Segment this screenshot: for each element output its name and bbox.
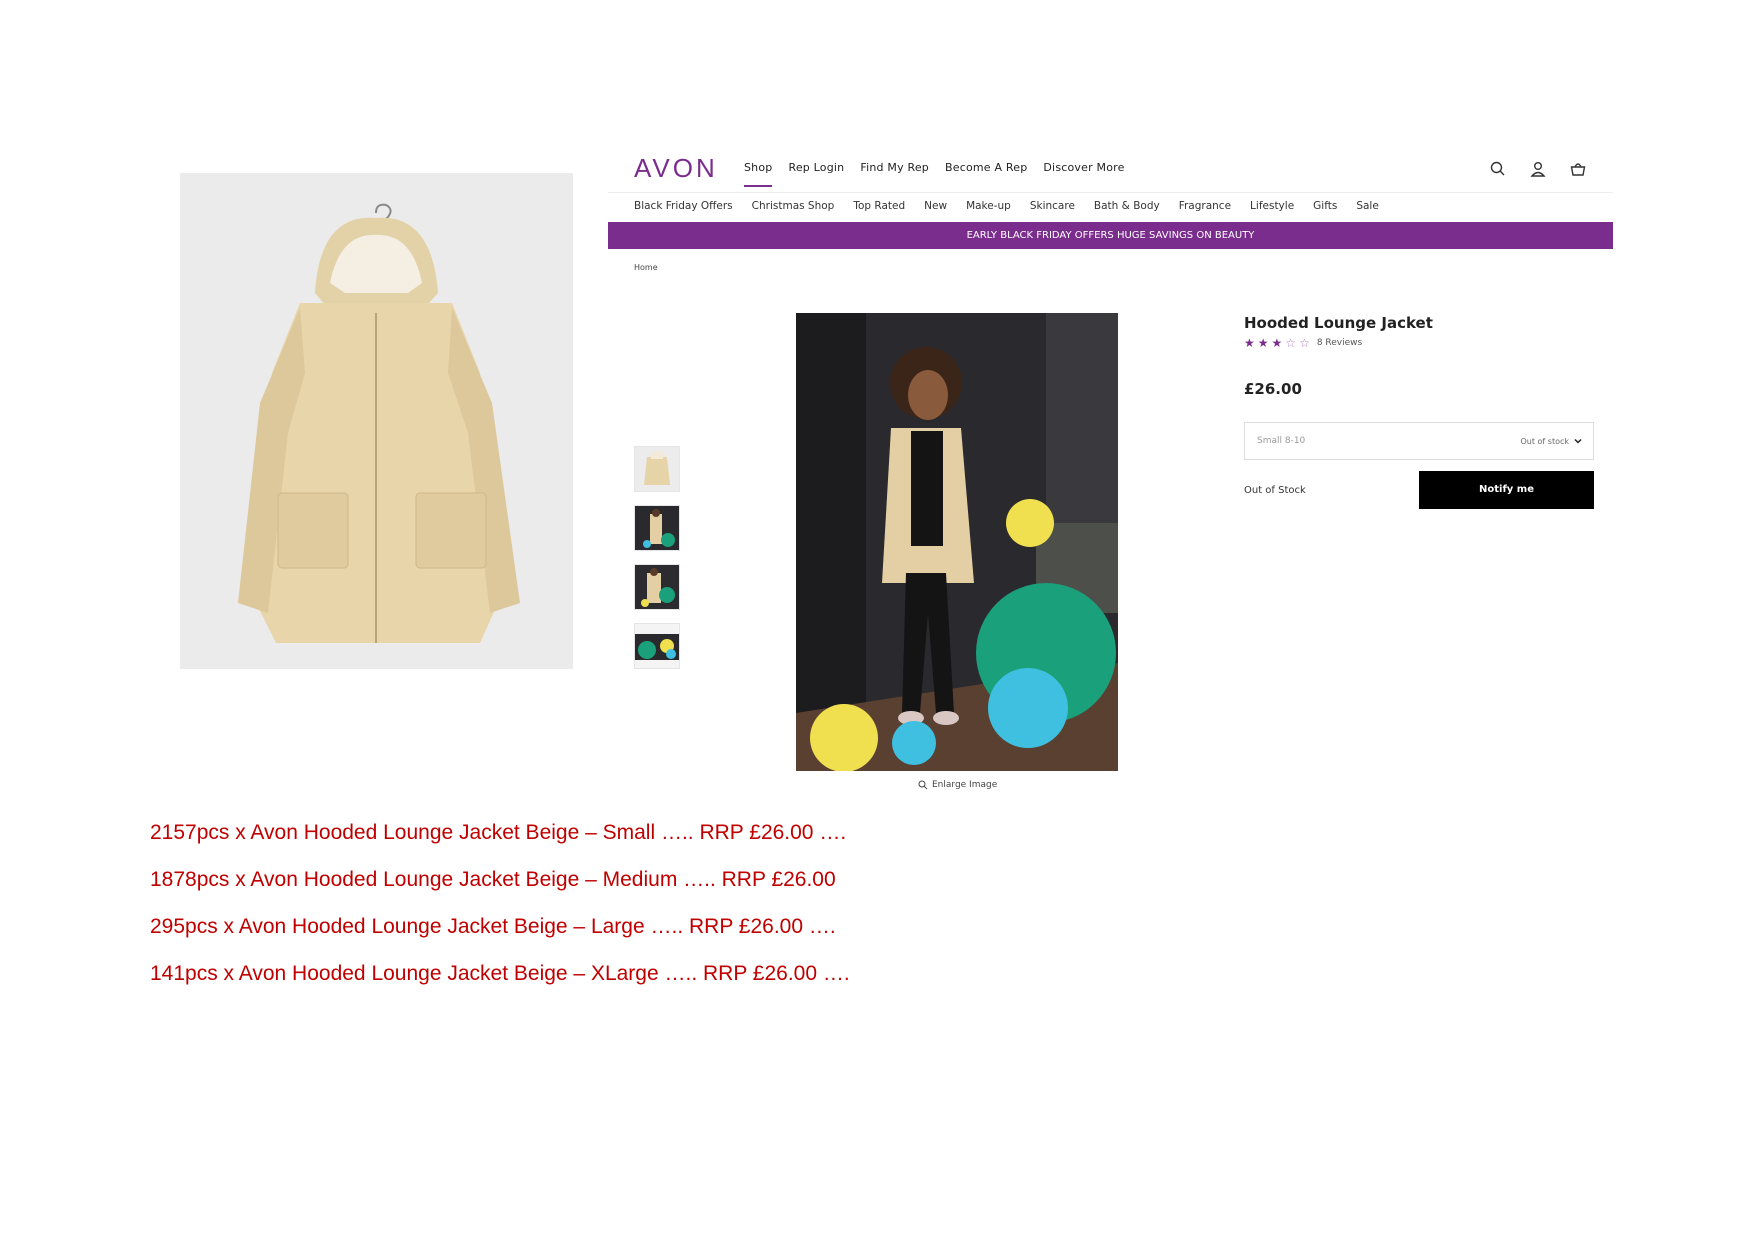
category-sale[interactable]: Sale <box>1356 200 1378 212</box>
size-select[interactable]: Small 8-10 Out of stock <box>1244 422 1594 460</box>
category-lifestyle[interactable]: Lifestyle <box>1250 200 1294 212</box>
rating-stars[interactable]: ★ ★ ★ ☆ ☆ 8 Reviews <box>1244 337 1362 349</box>
main-product-image[interactable] <box>796 313 1118 771</box>
main-nav: Shop Rep Login Find My Rep Become A Rep … <box>744 161 1141 187</box>
basket-icon[interactable] <box>1569 160 1587 178</box>
star-outline-icon: ☆ <box>1299 336 1310 350</box>
enlarge-image-link[interactable]: Enlarge Image <box>918 780 997 790</box>
star-icon: ★ <box>1257 336 1269 350</box>
size-stock-status: Out of stock <box>1520 437 1569 446</box>
product-price: £26.00 <box>1244 380 1302 398</box>
stock-status-label: Out of Stock <box>1244 485 1306 496</box>
header-tools <box>1489 160 1587 178</box>
nav-discover-more[interactable]: Discover More <box>1043 161 1124 187</box>
thumbnail-strip <box>634 446 680 682</box>
enlarge-image-label: Enlarge Image <box>932 780 998 790</box>
star-outline-icon: ☆ <box>1285 336 1297 350</box>
thumbnail-4[interactable] <box>634 623 680 669</box>
notify-me-button[interactable]: Notify me <box>1419 471 1594 509</box>
stock-line-medium: 1878pcs x Avon Hooded Lounge Jacket Beig… <box>150 868 836 891</box>
category-top-rated[interactable]: Top Rated <box>853 200 905 212</box>
breadcrumb-home[interactable]: Home <box>634 263 658 272</box>
chevron-down-icon <box>1574 438 1582 444</box>
review-count[interactable]: 8 Reviews <box>1317 338 1362 348</box>
zoom-icon <box>918 780 928 790</box>
product-photo-jacket <box>180 173 573 669</box>
size-selected-value: Small 8-10 <box>1257 436 1306 446</box>
category-gifts[interactable]: Gifts <box>1313 200 1337 212</box>
stock-list: 2157pcs x Avon Hooded Lounge Jacket Beig… <box>150 818 850 1006</box>
star-icon: ★ <box>1244 336 1255 350</box>
account-icon[interactable] <box>1529 160 1547 178</box>
category-make-up[interactable]: Make-up <box>966 200 1011 212</box>
avon-logo[interactable]: AVON <box>634 153 718 184</box>
category-bath-body[interactable]: Bath & Body <box>1094 200 1160 212</box>
category-skincare[interactable]: Skincare <box>1030 200 1075 212</box>
category-fragrance[interactable]: Fragrance <box>1179 200 1231 212</box>
nav-become-a-rep[interactable]: Become A Rep <box>945 161 1027 187</box>
stock-line-xlarge: 141pcs x Avon Hooded Lounge Jacket Beige… <box>150 962 850 985</box>
promo-banner[interactable]: EARLY BLACK FRIDAY OFFERS HUGE SAVINGS O… <box>608 222 1613 249</box>
star-icon: ★ <box>1271 336 1283 350</box>
category-black-friday-offers[interactable]: Black Friday Offers <box>634 200 733 212</box>
avon-product-page: AVON Shop Rep Login Find My Rep Become A… <box>608 150 1613 800</box>
top-navigation: AVON Shop Rep Login Find My Rep Become A… <box>608 150 1613 193</box>
stock-line-small: 2157pcs x Avon Hooded Lounge Jacket Beig… <box>150 821 847 844</box>
thumbnail-3[interactable] <box>634 564 680 610</box>
thumbnail-1[interactable] <box>634 446 680 492</box>
product-title: Hooded Lounge Jacket <box>1244 314 1433 332</box>
search-icon[interactable] <box>1489 160 1507 178</box>
category-nav: Black Friday Offers Christmas Shop Top R… <box>634 200 1398 212</box>
nav-shop[interactable]: Shop <box>744 161 773 187</box>
nav-find-my-rep[interactable]: Find My Rep <box>860 161 929 187</box>
stock-line-large: 295pcs x Avon Hooded Lounge Jacket Beige… <box>150 915 836 938</box>
category-christmas-shop[interactable]: Christmas Shop <box>752 200 835 212</box>
thumbnail-2[interactable] <box>634 505 680 551</box>
nav-rep-login[interactable]: Rep Login <box>788 161 844 187</box>
category-new[interactable]: New <box>924 200 947 212</box>
